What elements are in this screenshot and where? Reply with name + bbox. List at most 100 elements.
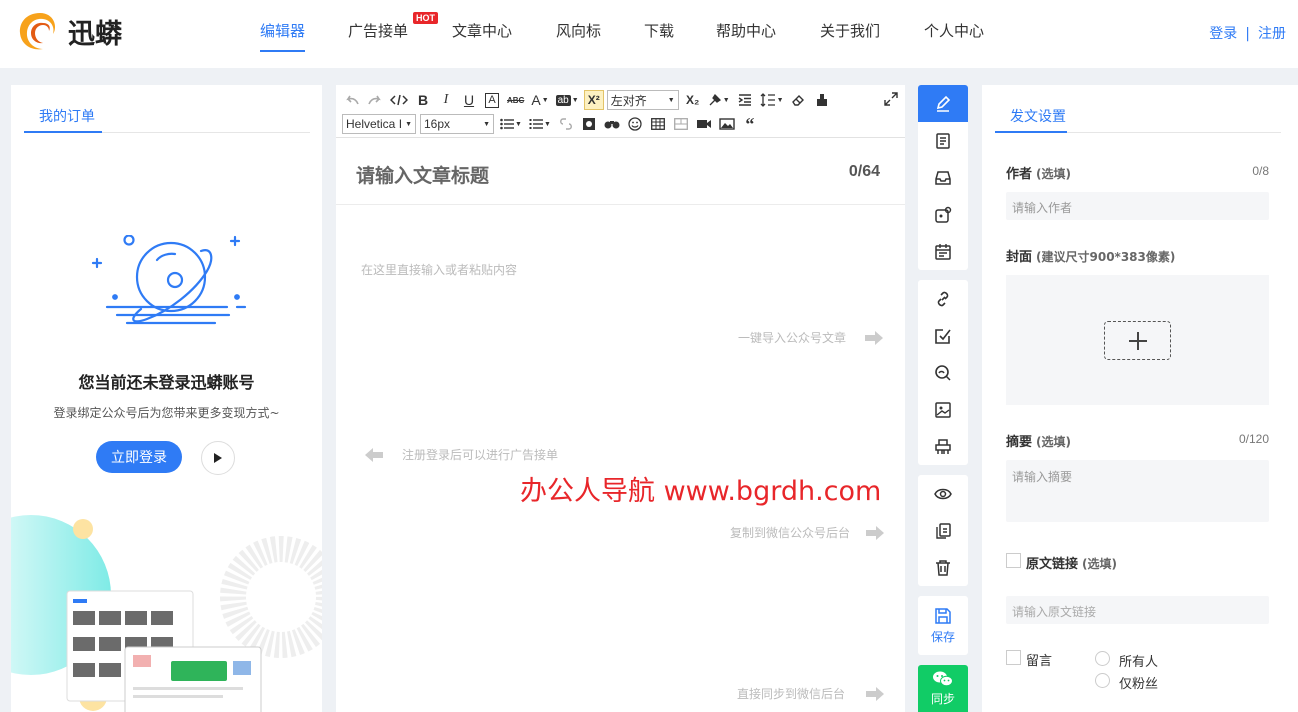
- nav-editor[interactable]: 编辑器: [260, 20, 306, 52]
- nav-personal[interactable]: 个人中心: [924, 20, 984, 41]
- article-title-input[interactable]: 请输入文章标题: [356, 161, 489, 188]
- eraser-icon[interactable]: [789, 90, 809, 110]
- font-family-value: Helvetica I: [346, 117, 403, 131]
- nav-ad-orders[interactable]: 广告接单: [348, 20, 408, 41]
- author-char-count: 0/8: [1252, 164, 1269, 178]
- tab-active-underline: [995, 131, 1067, 133]
- nav-label: 下载: [644, 22, 675, 40]
- source-link-label-text: 原文链接: [1026, 557, 1079, 572]
- logo-icon: [19, 13, 56, 50]
- tool-search[interactable]: [918, 354, 968, 391]
- italic-icon[interactable]: I: [436, 90, 456, 110]
- tool-check[interactable]: [918, 317, 968, 354]
- tool-link[interactable]: [918, 280, 968, 317]
- source-link-input[interactable]: 请输入原文链接: [1006, 596, 1269, 624]
- nav-trends[interactable]: 风向标: [556, 20, 601, 41]
- format-painter-icon[interactable]: ▼: [706, 90, 732, 110]
- save-label: 保存: [930, 630, 955, 644]
- source-link-checkbox[interactable]: [1006, 553, 1021, 568]
- login-link[interactable]: 登录: [1209, 26, 1237, 42]
- author-optional: (选填): [1036, 167, 1071, 181]
- tool-inbox[interactable]: [918, 159, 968, 196]
- tab-publish-settings[interactable]: 发文设置: [1010, 106, 1066, 126]
- superscript-icon[interactable]: X²: [583, 90, 604, 110]
- table-icon[interactable]: [648, 114, 668, 134]
- sync-hint-label: 直接同步到微信后台: [737, 687, 846, 701]
- trash-icon: [936, 559, 950, 576]
- add-cover-button[interactable]: [1104, 321, 1171, 360]
- redo-icon[interactable]: [365, 90, 385, 110]
- image-icon[interactable]: [579, 114, 599, 134]
- bold-icon[interactable]: B: [413, 90, 433, 110]
- font-size-select[interactable]: 16px ▼: [420, 114, 494, 134]
- numbered-list-icon[interactable]: ▼: [527, 114, 553, 134]
- copy-hint-label: 复制到微信公众号后台: [730, 526, 851, 540]
- tool-material[interactable]: [918, 196, 968, 233]
- background-color-icon[interactable]: ab ▼: [554, 90, 581, 110]
- gallery-icon: [935, 206, 952, 223]
- comment-fans-radio[interactable]: [1095, 673, 1110, 688]
- cover-upload-area[interactable]: [1006, 275, 1269, 405]
- link-icon: [937, 291, 949, 306]
- font-border-icon[interactable]: A: [482, 90, 502, 110]
- nav-about[interactable]: 关于我们: [820, 20, 880, 41]
- title-row: 请输入文章标题 0/64: [336, 139, 905, 205]
- strikethrough-icon[interactable]: ABC: [505, 90, 526, 110]
- find-icon[interactable]: [602, 114, 622, 134]
- comment-checkbox[interactable]: [1006, 650, 1021, 665]
- clear-format-icon[interactable]: [812, 90, 832, 110]
- subscript-icon[interactable]: X₂: [683, 90, 703, 110]
- import-hint[interactable]: 一键导入公众号文章: [738, 329, 884, 346]
- indent-icon[interactable]: [735, 90, 755, 110]
- tool-delete[interactable]: [918, 549, 968, 586]
- tool-copy[interactable]: [918, 512, 968, 549]
- tab-my-orders[interactable]: 我的订单: [39, 106, 95, 126]
- copy-hint[interactable]: 复制到微信公众号后台: [730, 524, 885, 541]
- underline-icon[interactable]: U: [459, 90, 479, 110]
- undo-icon[interactable]: [342, 90, 362, 110]
- fullscreen-icon[interactable]: [883, 91, 899, 107]
- tool-edit[interactable]: [918, 85, 968, 122]
- logo[interactable]: 迅蟒: [16, 8, 136, 54]
- summary-optional: (选填): [1036, 435, 1071, 449]
- nav-help[interactable]: 帮助中心: [716, 20, 776, 41]
- emoji-icon[interactable]: [625, 114, 645, 134]
- comment-all-label: 所有人: [1119, 655, 1159, 670]
- sync-hint[interactable]: 直接同步到微信后台: [737, 685, 885, 702]
- play-video-button[interactable]: [201, 441, 235, 475]
- tool-schedule[interactable]: [918, 233, 968, 270]
- merge-cells-icon[interactable]: [671, 114, 691, 134]
- bullet-list-icon[interactable]: ▼: [498, 114, 524, 134]
- picture-icon[interactable]: [717, 114, 737, 134]
- content-area[interactable]: 在这里直接输入或者粘贴内容: [361, 261, 517, 278]
- register-link[interactable]: 注册: [1258, 26, 1286, 42]
- save-button[interactable]: 保存: [918, 600, 968, 652]
- video-icon[interactable]: [694, 114, 714, 134]
- unlink-icon[interactable]: [556, 114, 576, 134]
- author-input[interactable]: 请输入作者: [1006, 192, 1269, 220]
- tool-preview[interactable]: [918, 475, 968, 512]
- ad-hint[interactable]: 注册登录后可以进行广告接单: [360, 446, 558, 463]
- comment-all-radio[interactable]: [1095, 651, 1110, 666]
- line-height-icon[interactable]: ▼: [758, 90, 786, 110]
- ab-label: ab: [555, 94, 571, 106]
- align-select[interactable]: 左对齐 ▼: [606, 90, 679, 110]
- nav-articles[interactable]: 文章中心: [452, 20, 512, 41]
- summary-label-text: 摘要: [1006, 435, 1033, 450]
- tool-image[interactable]: [918, 391, 968, 428]
- source-code-icon[interactable]: [388, 90, 410, 110]
- login-button[interactable]: 立即登录: [96, 441, 182, 473]
- nav-download[interactable]: 下载: [644, 20, 674, 41]
- font-color-icon[interactable]: A ▼: [529, 90, 550, 110]
- tool-group-insert: [918, 280, 968, 465]
- tool-print[interactable]: [918, 428, 968, 465]
- nav-label: 编辑器: [260, 22, 306, 40]
- title-char-count: 0/64: [848, 163, 880, 180]
- comment-fans-label: 仅粉丝: [1119, 677, 1159, 692]
- tool-template[interactable]: [918, 122, 968, 159]
- summary-input[interactable]: 请输入摘要: [1006, 460, 1269, 522]
- play-icon: [214, 453, 222, 463]
- sync-button[interactable]: 同步: [918, 665, 968, 712]
- font-family-select[interactable]: Helvetica I ▼: [342, 114, 416, 134]
- quote-icon[interactable]: “: [740, 114, 760, 134]
